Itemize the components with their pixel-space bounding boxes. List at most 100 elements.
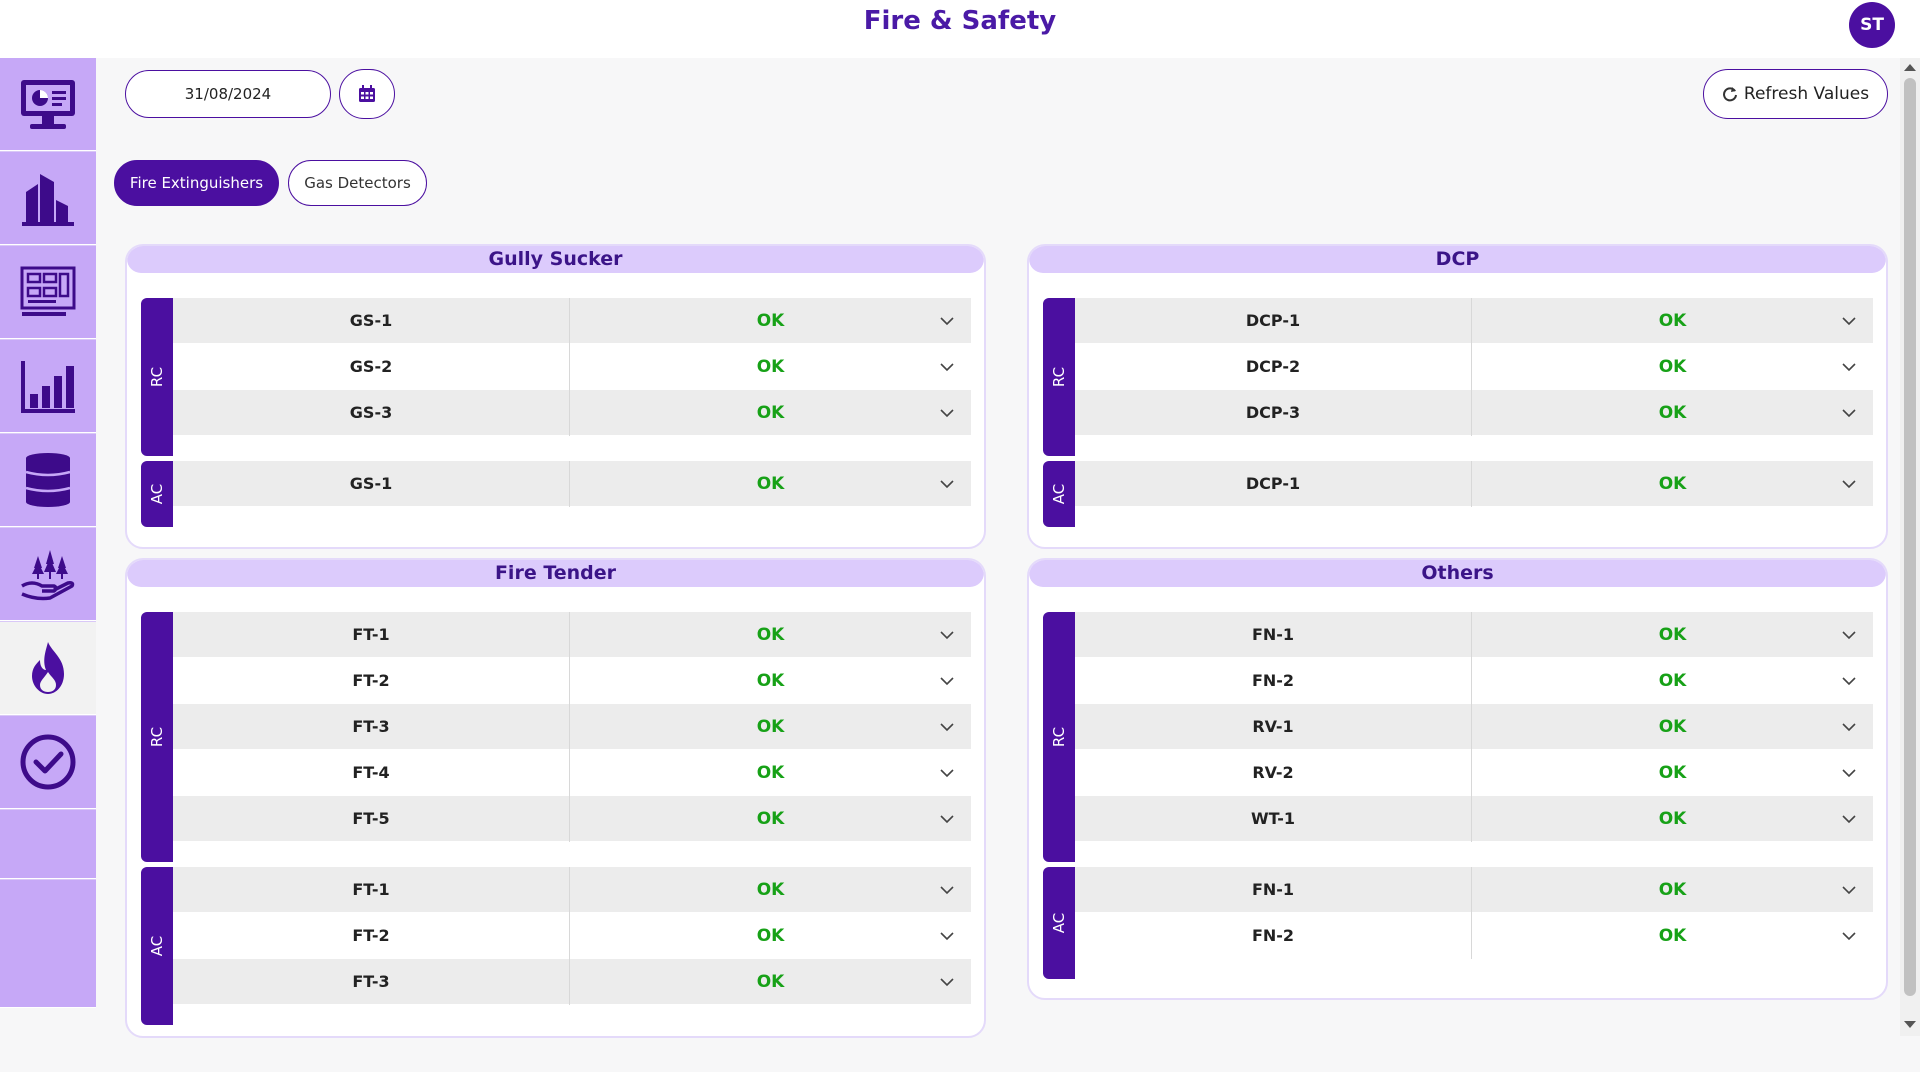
status-value: OK [756,671,785,691]
table-row[interactable]: FN-2 OK [1075,913,1873,959]
table-row[interactable]: FT-4 OK [173,750,971,796]
status-dropdown-toggle[interactable] [1841,476,1857,492]
page-scrollbar[interactable] [1900,58,1920,1036]
table-row[interactable]: GS-2 OK [173,344,971,390]
table-row[interactable]: FN-1 OK [1075,867,1873,913]
sidebar-item-analytics[interactable] [0,340,96,433]
equipment-id: FT-2 [173,913,570,959]
status-dropdown-toggle[interactable] [1841,719,1857,735]
sidebar-item-buildings[interactable] [0,152,96,245]
status-dropdown-toggle[interactable] [1841,882,1857,898]
chevron-down-icon [1842,723,1856,732]
calendar-button[interactable] [339,69,395,119]
status-dropdown-toggle[interactable] [939,928,955,944]
panel-fire-tender: Fire Tender RC FT-1 OK FT-2 OK FT-3 OK FT-4 OK FT… [125,558,986,1038]
status-dropdown-toggle[interactable] [939,313,955,329]
status-value: OK [756,403,785,423]
status-dropdown[interactable]: OK [570,750,971,796]
status-dropdown-toggle[interactable] [939,673,955,689]
sidebar-item-environment[interactable] [0,528,96,621]
table-row[interactable]: GS-1 OK [173,298,971,344]
refresh-values-button[interactable]: Refresh Values [1703,69,1888,119]
status-dropdown-toggle[interactable] [939,765,955,781]
panel-others: Others RC FN-1 OK FN-2 OK RV-1 OK RV-2 OK WT-1 OK A… [1027,558,1888,1000]
status-dropdown-toggle[interactable] [939,719,955,735]
status-dropdown-toggle[interactable] [939,359,955,375]
tab-gas-detectors[interactable]: Gas Detectors [288,160,427,206]
status-dropdown[interactable]: OK [570,612,971,658]
status-dropdown-toggle[interactable] [1841,627,1857,643]
group-tag: RC [1043,298,1075,456]
status-dropdown-toggle[interactable] [939,476,955,492]
status-dropdown-toggle[interactable] [1841,928,1857,944]
status-dropdown-toggle[interactable] [1841,673,1857,689]
user-avatar[interactable]: ST [1849,2,1895,48]
sidebar-item-checklist[interactable] [0,716,96,809]
status-dropdown-toggle[interactable] [1841,765,1857,781]
table-row[interactable]: FT-3 OK [173,704,971,750]
table-row[interactable]: FT-1 OK [173,612,971,658]
date-input[interactable] [125,70,331,118]
status-dropdown[interactable]: OK [1472,612,1873,658]
table-row[interactable]: FT-2 OK [173,913,971,959]
status-dropdown[interactable]: OK [570,390,971,436]
table-row[interactable]: DCP-3 OK [1075,390,1873,436]
status-dropdown[interactable]: OK [1472,704,1873,750]
status-dropdown[interactable]: OK [1472,750,1873,796]
status-dropdown-toggle[interactable] [939,974,955,990]
scroll-thumb[interactable] [1904,78,1916,996]
table-row[interactable]: FT-5 OK [173,796,971,842]
status-dropdown[interactable]: OK [570,461,971,507]
sidebar-item-control-panel[interactable] [0,246,96,339]
status-dropdown[interactable]: OK [1472,867,1873,913]
group-tag-label: RC [1050,366,1068,388]
status-dropdown[interactable]: OK [570,913,971,959]
status-dropdown-toggle[interactable] [1841,405,1857,421]
status-dropdown-toggle[interactable] [939,882,955,898]
table-row[interactable]: FT-2 OK [173,658,971,704]
status-dropdown-toggle[interactable] [939,405,955,421]
chevron-down-icon [940,480,954,489]
status-dropdown[interactable]: OK [570,658,971,704]
status-dropdown[interactable]: OK [570,796,971,842]
status-value: OK [756,311,785,331]
table-row[interactable]: FT-1 OK [173,867,971,913]
status-dropdown[interactable]: OK [1472,461,1873,507]
table-row[interactable]: FN-1 OK [1075,612,1873,658]
status-dropdown[interactable]: OK [1472,298,1873,344]
table-row[interactable]: RV-1 OK [1075,704,1873,750]
status-dropdown[interactable]: OK [1472,344,1873,390]
group-tag: AC [1043,867,1075,979]
status-dropdown-toggle[interactable] [939,627,955,643]
table-row[interactable]: WT-1 OK [1075,796,1873,842]
scroll-down-arrow[interactable] [1904,1021,1916,1028]
status-dropdown[interactable]: OK [570,298,971,344]
sidebar-item-fire-safety[interactable] [0,622,96,715]
status-dropdown[interactable]: OK [570,344,971,390]
status-dropdown-toggle[interactable] [1841,811,1857,827]
sidebar-item-barrels[interactable] [0,434,96,527]
status-dropdown[interactable]: OK [570,704,971,750]
status-dropdown[interactable]: OK [1472,390,1873,436]
table-row[interactable]: RV-2 OK [1075,750,1873,796]
status-value: OK [1658,311,1687,331]
status-dropdown-toggle[interactable] [939,811,955,827]
table-row[interactable]: GS-3 OK [173,390,971,436]
status-dropdown[interactable]: OK [1472,913,1873,959]
status-dropdown[interactable]: OK [1472,796,1873,842]
refresh-values-label: Refresh Values [1743,84,1870,104]
sidebar-item-dashboard[interactable] [0,58,96,151]
table-row[interactable]: DCP-1 OK [1075,298,1873,344]
tab-fire-extinguishers[interactable]: Fire Extinguishers [114,160,279,206]
status-dropdown[interactable]: OK [1472,658,1873,704]
status-dropdown[interactable]: OK [570,959,971,1005]
status-dropdown-toggle[interactable] [1841,313,1857,329]
table-row[interactable]: FT-3 OK [173,959,971,1005]
status-dropdown[interactable]: OK [570,867,971,913]
status-dropdown-toggle[interactable] [1841,359,1857,375]
table-row[interactable]: DCP-2 OK [1075,344,1873,390]
table-row[interactable]: FN-2 OK [1075,658,1873,704]
table-row[interactable]: GS-1 OK [173,461,971,507]
table-row[interactable]: DCP-1 OK [1075,461,1873,507]
scroll-up-arrow[interactable] [1904,64,1916,71]
